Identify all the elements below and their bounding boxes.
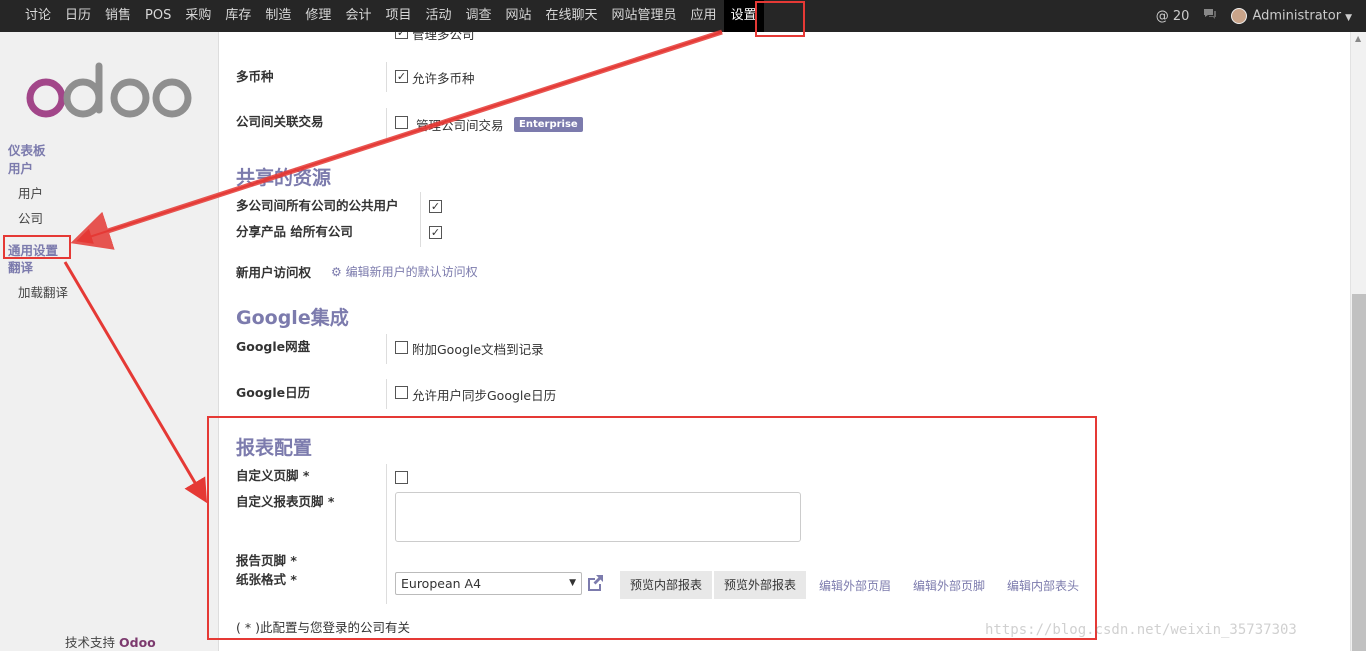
google-drive-checkbox[interactable] xyxy=(395,341,408,354)
menu-calendar[interactable]: 日历 xyxy=(58,0,98,32)
custom-report-footer-label: 自定义报表页脚 * xyxy=(236,494,335,509)
menu-apps[interactable]: 应用 xyxy=(684,0,724,32)
multi-company-checkbox[interactable]: ✓ xyxy=(395,32,408,39)
preview-internal-report-button[interactable]: 预览内部报表 xyxy=(620,571,713,599)
menu-repair[interactable]: 修理 xyxy=(298,0,338,32)
divider xyxy=(386,379,387,409)
section-title-report: 报表配置 xyxy=(236,437,313,459)
chat-icon[interactable] xyxy=(1203,8,1217,24)
sidebar-item-users[interactable]: 用户 xyxy=(18,183,43,202)
public-users-checkbox[interactable]: ✓ xyxy=(429,200,442,213)
menu-settings[interactable]: 设置 xyxy=(723,0,764,32)
chevron-down-icon: ▼ xyxy=(569,578,576,588)
share-products-label: 分享产品 给所有公司 xyxy=(236,224,353,239)
menu-website[interactable]: 网站 xyxy=(499,0,539,32)
settings-form: ✓ 管理多公司 多币种 ✓ 允许多币种 公司间关联交易 管理公司间交易 Ente… xyxy=(220,32,1350,651)
public-users-label: 多公司间所有公司的公共用户 xyxy=(236,198,399,213)
scroll-up-icon[interactable]: ▲ xyxy=(1355,34,1361,43)
menu-pos[interactable]: POS xyxy=(138,0,178,32)
menu-website-admin[interactable]: 网站管理员 xyxy=(605,0,684,32)
edit-external-footer-link[interactable]: 编辑外部页脚 xyxy=(913,577,985,594)
gears-icon: ⚙ xyxy=(331,265,342,279)
scrollbar-thumb[interactable] xyxy=(1352,294,1366,651)
powered-by-brand[interactable]: Odoo xyxy=(119,635,156,650)
sidebar: 仪表板 用户 用户 公司 通用设置 翻译 加载翻译 技术支持 Odoo xyxy=(0,32,219,651)
divider xyxy=(420,192,421,247)
divider xyxy=(386,108,387,138)
sidebar-group-translations: 翻译 xyxy=(8,260,34,275)
company-note: ( * )此配置与您登录的公司有关 xyxy=(236,620,410,635)
paper-format-label: 纸张格式 * xyxy=(236,572,297,587)
multi-currency-label: 多币种 xyxy=(236,69,274,84)
divider xyxy=(386,334,387,364)
odoo-logo xyxy=(26,62,192,118)
menu-livechat[interactable]: 在线聊天 xyxy=(539,0,605,32)
multi-currency-checkbox[interactable]: ✓ xyxy=(395,70,408,83)
menu-accounting[interactable]: 会计 xyxy=(338,0,378,32)
menu-sales[interactable]: 销售 xyxy=(98,0,138,32)
inter-company-label: 公司间关联交易 xyxy=(236,114,324,129)
edit-internal-header-link[interactable]: 编辑内部表头 xyxy=(1007,577,1079,594)
paper-format-value: European A4 xyxy=(401,576,482,591)
top-navbar: 讨论 日历 销售 POS 采购 库存 制造 修理 会计 项目 活动 调查 网站 … xyxy=(0,0,1366,32)
custom-footer-checkbox[interactable] xyxy=(395,471,408,484)
avatar xyxy=(1231,8,1248,24)
powered-by: 技术支持 Odoo xyxy=(65,632,156,651)
menu-survey[interactable]: 调查 xyxy=(458,0,498,32)
report-footer-label: 报告页脚 * xyxy=(236,553,297,568)
chevron-down-icon: ▼ xyxy=(1345,12,1352,23)
inter-company-option: 管理公司间交易 xyxy=(416,118,504,133)
user-name: Administrator xyxy=(1252,8,1342,24)
menu-events[interactable]: 活动 xyxy=(418,0,458,32)
google-calendar-option: 允许用户同步Google日历 xyxy=(412,388,557,403)
new-user-access-label: 新用户访问权 xyxy=(236,265,312,280)
paper-format-select[interactable]: European A4 ▼ xyxy=(395,572,582,595)
menu-discuss[interactable]: 讨论 xyxy=(18,0,58,32)
google-calendar-checkbox[interactable] xyxy=(395,386,408,399)
preview-external-report-button[interactable]: 预览外部报表 xyxy=(714,571,807,599)
menu-manufacturing[interactable]: 制造 xyxy=(258,0,298,32)
sidebar-group-users: 用户 xyxy=(8,161,34,176)
menu-inventory[interactable]: 库存 xyxy=(218,0,258,32)
google-drive-option: 附加Google文档到记录 xyxy=(412,342,544,357)
sidebar-item-companies[interactable]: 公司 xyxy=(18,208,43,227)
edit-external-header-link[interactable]: 编辑外部页眉 xyxy=(819,577,891,594)
powered-by-text: 技术支持 xyxy=(65,635,116,650)
google-calendar-label: Google日历 xyxy=(236,385,311,400)
section-title-shared-resources: 共享的资源 xyxy=(236,167,332,189)
notification-counter[interactable]: @ 20 xyxy=(1156,9,1190,24)
sidebar-item-load-translation[interactable]: 加载翻译 xyxy=(18,282,68,301)
watermark: https://blog.csdn.net/weixin_35737303 xyxy=(985,622,1297,638)
share-products-checkbox[interactable]: ✓ xyxy=(429,226,442,239)
app-menu: 讨论 日历 销售 POS 采购 库存 制造 修理 会计 项目 活动 调查 网站 … xyxy=(18,0,764,32)
edit-default-access-link[interactable]: ⚙ 编辑新用户的默认访问权 xyxy=(331,263,478,280)
divider xyxy=(386,62,387,92)
scrollbar[interactable]: ▲ xyxy=(1350,32,1366,651)
menu-purchase[interactable]: 采购 xyxy=(178,0,218,32)
inter-company-checkbox[interactable] xyxy=(395,116,408,129)
sidebar-item-dashboard[interactable]: 仪表板 xyxy=(8,140,46,159)
edit-default-access-text: 编辑新用户的默认访问权 xyxy=(345,265,478,279)
multi-company-option: 管理多公司 xyxy=(412,32,475,42)
menu-project[interactable]: 项目 xyxy=(378,0,418,32)
multi-currency-option: 允许多币种 xyxy=(412,71,475,86)
topbar-right: @ 20 Administrator ▼ xyxy=(1156,0,1366,32)
custom-footer-label: 自定义页脚 * xyxy=(236,468,310,483)
user-menu[interactable]: Administrator ▼ xyxy=(1231,8,1352,24)
report-footer-textarea[interactable] xyxy=(395,492,801,542)
section-title-google: Google集成 xyxy=(236,307,349,329)
divider xyxy=(386,464,387,604)
google-drive-label: Google网盘 xyxy=(236,339,311,354)
enterprise-badge: Enterprise xyxy=(514,117,583,132)
external-link-icon[interactable] xyxy=(585,573,605,593)
